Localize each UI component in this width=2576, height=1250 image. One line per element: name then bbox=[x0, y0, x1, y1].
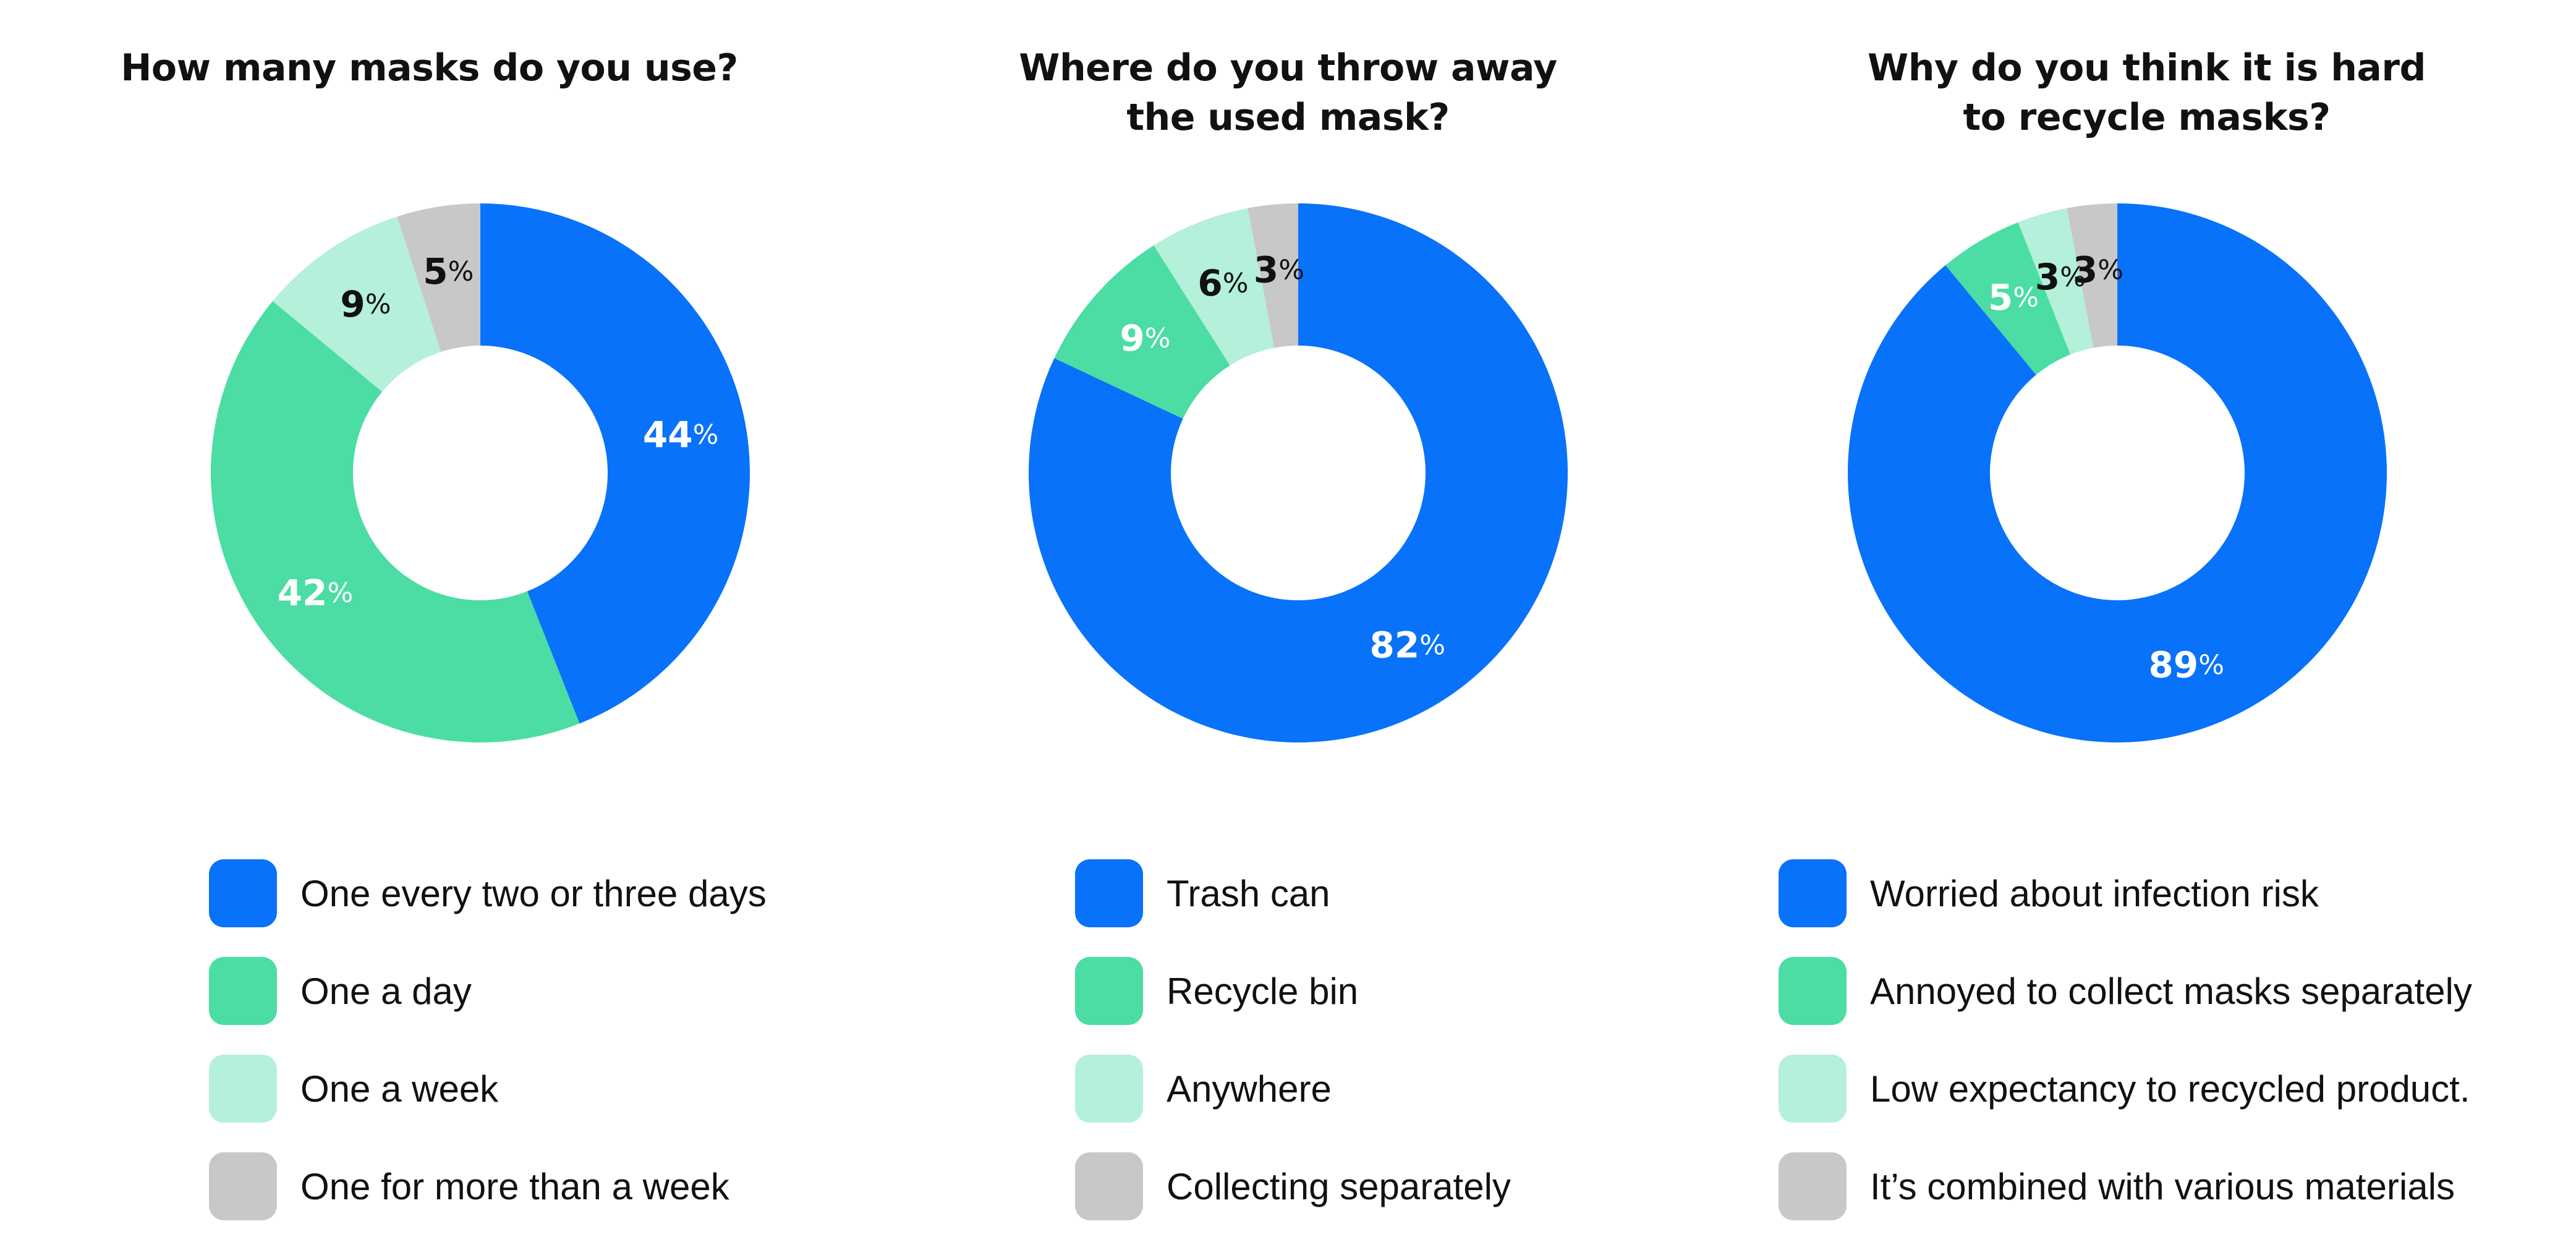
legend-item-annoyed-to-collect-masks-separately: Annoyed to collect masks separately bbox=[1779, 957, 2472, 1025]
legend-swatch bbox=[209, 859, 277, 927]
legend-label: One a day bbox=[300, 970, 472, 1012]
legend-item-trash-can: Trash can bbox=[1075, 859, 1511, 927]
data-label-one-every-two-or-three-days: 44% bbox=[643, 414, 719, 456]
chart-title: Where do you throw away the used mask? bbox=[1019, 46, 1557, 139]
legend-item-one-a-week: One a week bbox=[209, 1055, 767, 1123]
donut-chart-disposal: 82% 9% 6% 3% bbox=[1029, 203, 1568, 742]
legend-item-it-s-combined-with-various-materials: It’s combined with various materials bbox=[1779, 1152, 2472, 1220]
legend-item-recycle-bin: Recycle bin bbox=[1075, 957, 1511, 1025]
legend-swatch bbox=[1779, 957, 1847, 1025]
legend-swatch bbox=[1075, 1055, 1143, 1123]
data-label-annoyed-to-collect-masks-separately: 5% bbox=[1988, 276, 2039, 318]
legend-label: It’s combined with various materials bbox=[1870, 1165, 2455, 1207]
legend-disposal: Trash can Recycle bin Anywhere Collecting s… bbox=[1075, 859, 1511, 1250]
legend-label: Annoyed to collect masks separately bbox=[1870, 970, 2472, 1012]
chart-title: Why do you think it is hard to recycle m… bbox=[1868, 46, 2426, 139]
legend-swatch bbox=[1779, 859, 1847, 927]
donut-chart-mask-usage: 44% 42% 9% 5% bbox=[211, 203, 750, 742]
legend-label: Low expectancy to recycled product. bbox=[1870, 1068, 2470, 1110]
legend-label: Collecting separately bbox=[1167, 1165, 1511, 1207]
legend-item-low-expectancy-to-recycled-product: Low expectancy to recycled product. bbox=[1779, 1055, 2472, 1123]
donut-chart-recycling-difficulty: 89%5%3%3% bbox=[1848, 203, 2387, 742]
legend-swatch bbox=[1779, 1152, 1847, 1220]
chart-panel-recycling-difficulty: Why do you think it is hard to recycle m… bbox=[1717, 0, 2576, 1250]
legend-swatch bbox=[209, 957, 277, 1025]
data-label-it-s-combined-with-various-materials: 3% bbox=[2073, 249, 2123, 291]
data-label-one-a-day: 42% bbox=[278, 572, 354, 614]
data-label-anywhere: 6% bbox=[1197, 262, 1248, 304]
legend-swatch bbox=[1075, 1152, 1143, 1220]
legend-mask-usage: One every two or three days One a day One … bbox=[209, 859, 767, 1250]
data-label-worried-about-infection-risk: 89% bbox=[2149, 644, 2225, 686]
data-label-trash-can: 82% bbox=[1370, 624, 1446, 666]
legend-swatch bbox=[1075, 957, 1143, 1025]
legend-item-collecting-separately: Collecting separately bbox=[1075, 1152, 1511, 1220]
legend-item-one-a-day: One a day bbox=[209, 957, 767, 1025]
legend-item-anywhere: Anywhere bbox=[1075, 1055, 1511, 1123]
legend-label: One every two or three days bbox=[300, 872, 767, 914]
legend-swatch bbox=[209, 1055, 277, 1123]
legend-swatch bbox=[1779, 1055, 1847, 1123]
chart-panel-disposal: Where do you throw away the used mask? 8… bbox=[859, 0, 1717, 1250]
data-label-one-a-week: 9% bbox=[340, 283, 391, 325]
data-label-one-for-more-than-a-week: 5% bbox=[423, 250, 474, 292]
legend-label: Recycle bin bbox=[1167, 970, 1359, 1012]
legend-item-one-for-more-than-a-week: One for more than a week bbox=[209, 1152, 767, 1220]
legend-swatch bbox=[1075, 859, 1143, 927]
chart-title: How many masks do you use? bbox=[121, 46, 738, 90]
data-label-collecting-separately: 3% bbox=[1254, 249, 1304, 291]
legend-label: One for more than a week bbox=[300, 1165, 729, 1207]
legend-label: Trash can bbox=[1167, 872, 1330, 914]
chart-panel-mask-usage: How many masks do you use? 44% 42% 9% 5% On… bbox=[0, 0, 859, 1250]
data-label-recycle-bin: 9% bbox=[1120, 317, 1170, 359]
legend-item-one-every-two-or-three-days: One every two or three days bbox=[209, 859, 767, 927]
legend-label: One a week bbox=[300, 1068, 499, 1110]
legend-item-worried-about-infection-risk: Worried about infection risk bbox=[1779, 859, 2472, 927]
legend-label: Worried about infection risk bbox=[1870, 872, 2319, 914]
legend-recycling-difficulty: Worried about infection risk Annoyed to c… bbox=[1779, 859, 2472, 1250]
legend-swatch bbox=[209, 1152, 277, 1220]
legend-label: Anywhere bbox=[1167, 1068, 1332, 1110]
